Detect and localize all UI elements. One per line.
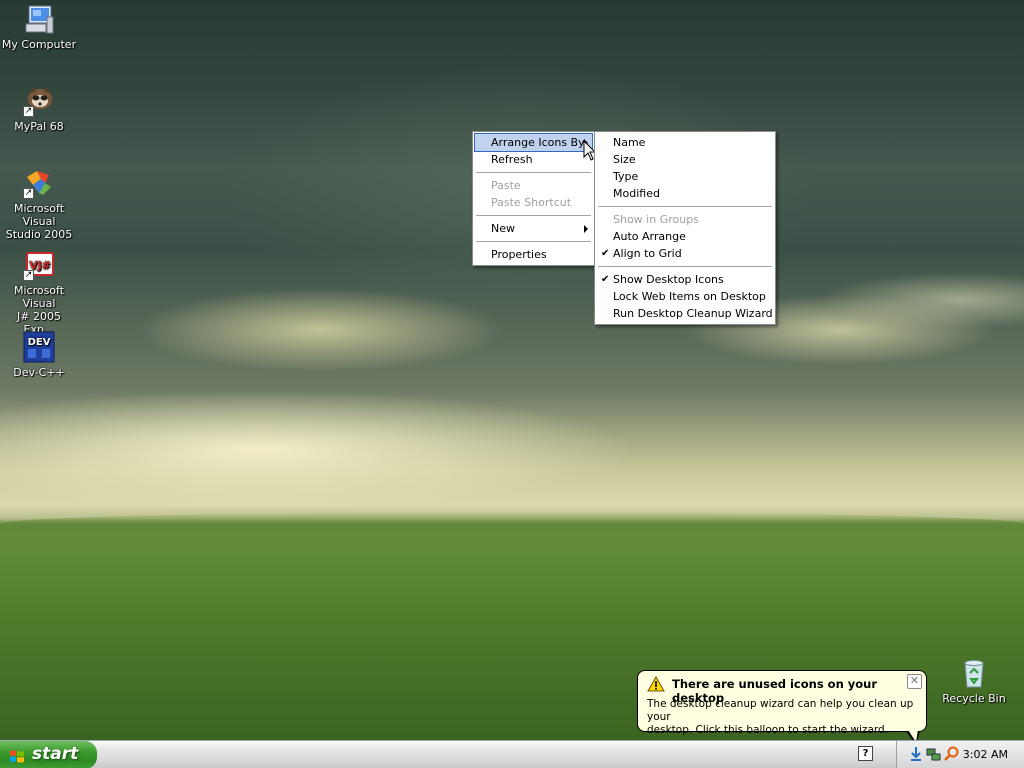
submenu-item-run-cleanup-wizard[interactable]: Run Desktop Cleanup Wizard <box>597 305 773 322</box>
start-button[interactable]: start <box>0 741 97 768</box>
desktop-icon-my-computer[interactable]: My Computer <box>1 3 77 51</box>
desktop-cleanup-tray-icon[interactable] <box>909 746 923 762</box>
menu-item-properties[interactable]: Properties <box>475 246 592 263</box>
menu-item-label: New <box>491 222 515 235</box>
visual-jsharp-icon: VJ# ↗ <box>23 249 55 281</box>
menu-item-label: Modified <box>613 187 660 200</box>
menu-item-label: Show in Groups <box>613 213 699 226</box>
desktop-context-menu: Arrange Icons By Refresh Paste Paste Sho… <box>472 131 595 266</box>
menu-item-label: Show Desktop Icons <box>613 273 724 286</box>
submenu-item-name[interactable]: Name <box>597 134 773 151</box>
menu-separator <box>475 237 592 246</box>
my-computer-icon <box>23 3 55 35</box>
help-icon[interactable]: ? <box>858 746 873 761</box>
submenu-item-align-to-grid[interactable]: ✔ Align to Grid <box>597 245 773 262</box>
svg-text:DEV: DEV <box>28 337 51 348</box>
menu-item-label: Properties <box>491 248 547 261</box>
submenu-item-size[interactable]: Size <box>597 151 773 168</box>
recycle-bin-icon <box>958 657 990 689</box>
balloon-message-line1: The desktop cleanup wizard can help you … <box>647 698 914 723</box>
desktop-icon-dev-cpp[interactable]: DEV Dev-C++ <box>1 331 77 379</box>
desktop-icon-label: My Computer <box>1 38 77 51</box>
menu-item-label: Auto Arrange <box>613 230 686 243</box>
start-label: start <box>32 744 79 764</box>
desktop-icon-label-line2: Studio 2005 <box>5 228 73 241</box>
menu-item-label: Size <box>613 153 636 166</box>
menu-separator <box>475 211 592 220</box>
desktop-icon-visual-jsharp[interactable]: VJ# ↗ Microsoft Visual J# 2005 Exp... <box>1 249 77 336</box>
arrange-icons-submenu: Name Size Type Modified Show in Groups A… <box>594 131 776 325</box>
desktop-icon-label: Dev-C++ <box>13 366 65 379</box>
visual-studio-icon: ↗ <box>23 167 55 199</box>
menu-item-label: Arrange Icons By <box>491 136 585 149</box>
menu-item-label: Name <box>613 136 646 149</box>
checkmark-icon: ✔ <box>601 248 610 259</box>
desktop-icon-label-line1: Microsoft Visual <box>13 284 65 310</box>
taskbar: start ? 3:02 AM <box>0 740 1024 768</box>
submenu-item-lock-web-items[interactable]: Lock Web Items on Desktop <box>597 288 773 305</box>
search-tray-icon[interactable] <box>944 746 959 762</box>
submenu-item-type[interactable]: Type <box>597 168 773 185</box>
warning-icon <box>647 675 665 692</box>
menu-separator <box>597 202 773 211</box>
menu-item-label: Lock Web Items on Desktop <box>613 290 766 303</box>
menu-item-paste: Paste <box>475 177 592 194</box>
dev-cpp-icon: DEV <box>23 331 55 363</box>
menu-item-label: Type <box>613 170 639 183</box>
desktop-wallpaper[interactable] <box>0 0 1024 740</box>
menu-item-new[interactable]: New <box>475 220 592 237</box>
menu-item-label: Paste <box>491 179 521 192</box>
desktop-icon-recycle-bin[interactable]: Recycle Bin <box>936 657 1012 705</box>
menu-item-label: Refresh <box>491 153 533 166</box>
desktop-icon-label: Recycle Bin <box>942 692 1006 705</box>
submenu-item-modified[interactable]: Modified <box>597 185 773 202</box>
windows-logo-icon <box>9 747 25 763</box>
shortcut-arrow-icon: ↗ <box>23 188 34 199</box>
taskbar-clock[interactable]: 3:02 AM <box>963 748 1008 761</box>
desktop-icon-label: MyPal 68 <box>14 120 64 133</box>
balloon-message: The desktop cleanup wizard can help you … <box>647 698 925 737</box>
desktop-icon-mypal[interactable]: ↗ MyPal 68 <box>1 85 77 133</box>
mypal-icon: ↗ <box>23 85 55 117</box>
submenu-item-show-desktop-icons[interactable]: ✔ Show Desktop Icons <box>597 271 773 288</box>
wallpaper-hill <box>0 512 1024 552</box>
menu-item-label: Align to Grid <box>613 247 682 260</box>
submenu-item-show-in-groups: Show in Groups <box>597 211 773 228</box>
menu-item-paste-shortcut: Paste Shortcut <box>475 194 592 211</box>
balloon-message-line2: desktop. Click this balloon to start the… <box>647 724 889 736</box>
submenu-arrow-icon <box>584 225 588 233</box>
system-tray: 3:02 AM <box>896 741 1024 768</box>
shortcut-arrow-icon: ↗ <box>23 270 34 281</box>
close-icon[interactable]: ✕ <box>907 674 922 689</box>
menu-separator <box>597 262 773 271</box>
menu-item-arrange-icons-by[interactable]: Arrange Icons By <box>474 133 593 152</box>
menu-item-label: Run Desktop Cleanup Wizard <box>613 307 773 320</box>
desktop-icon-label-line1: Microsoft Visual <box>13 202 65 228</box>
menu-item-refresh[interactable]: Refresh <box>475 151 592 168</box>
network-tray-icon[interactable] <box>926 746 941 762</box>
menu-item-label: Paste Shortcut <box>491 196 572 209</box>
checkmark-icon: ✔ <box>601 274 610 285</box>
menu-separator <box>475 168 592 177</box>
desktop-icon-visual-studio[interactable]: ↗ Microsoft Visual Studio 2005 <box>1 167 77 241</box>
notification-balloon[interactable]: There are unused icons on your desktop ✕… <box>637 670 927 745</box>
submenu-item-auto-arrange[interactable]: Auto Arrange <box>597 228 773 245</box>
shortcut-arrow-icon: ↗ <box>23 106 34 117</box>
